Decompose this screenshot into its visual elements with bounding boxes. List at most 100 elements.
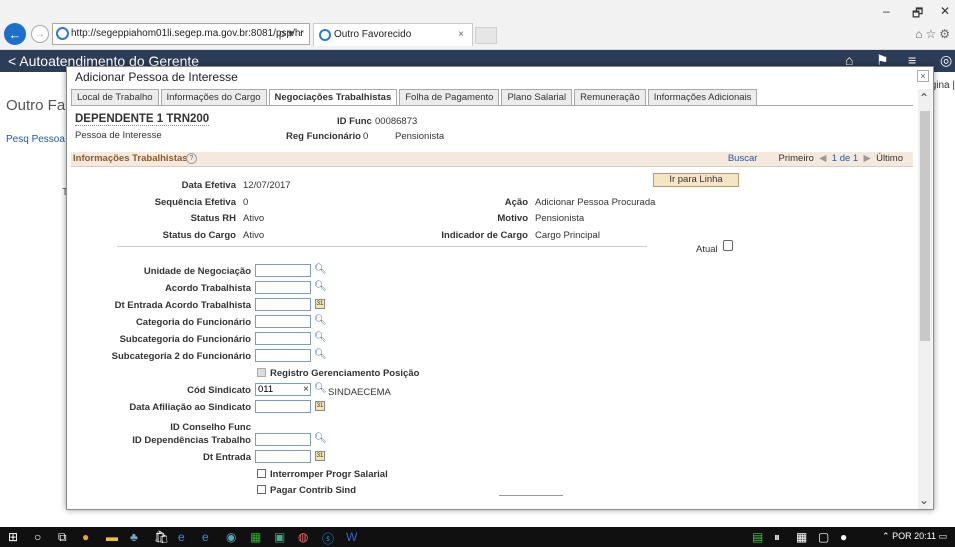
- tabs-row: Local de Trabalho Informações do Cargo N…: [71, 89, 759, 106]
- subcategoria-input[interactable]: [255, 332, 311, 345]
- interromper-checkbox[interactable]: [257, 469, 266, 478]
- tray-icon-2[interactable]: ⏸: [774, 530, 780, 545]
- edge-icon[interactable]: e: [202, 530, 209, 544]
- scroll-down-icon[interactable]: ⌄: [919, 493, 929, 507]
- cod-sindicato-search-icon[interactable]: 🔍︎: [314, 383, 327, 394]
- tab-folha[interactable]: Folha de Pagamento: [399, 89, 500, 106]
- dt-entrada-calendar-icon[interactable]: 31: [315, 451, 325, 461]
- close-window-button[interactable]: ✕: [940, 4, 950, 18]
- data-efetiva-value: 12/07/2017: [243, 180, 291, 191]
- dt-entrada-acordo-label: Dt Entrada Acordo Trabalhista: [114, 300, 251, 311]
- reg-func-extra: Pensionista: [395, 131, 445, 142]
- task-view-icon[interactable]: ⧉: [58, 530, 67, 545]
- browser-toolbar-icons[interactable]: ⌂☆⚙: [915, 27, 953, 41]
- tab-negociacoes[interactable]: Negociações Trabalhistas: [268, 89, 398, 106]
- tab-local-trabalho[interactable]: Local de Trabalho: [71, 89, 159, 106]
- id-func-label: ID Func: [337, 116, 372, 127]
- expand-tray-icon[interactable]: ⌃: [882, 531, 890, 541]
- acao-value: Adicionar Pessoa Procurada: [535, 197, 656, 208]
- tab-info-cargo[interactable]: Informações do Cargo: [160, 89, 267, 106]
- subcategoria-label: Subcategoria do Funcionário: [119, 334, 251, 345]
- acordo-label: Acordo Trabalhista: [164, 283, 251, 294]
- id-dependencias-input[interactable]: [255, 433, 311, 446]
- language-indicator[interactable]: POR: [892, 531, 912, 541]
- acordo-input[interactable]: [255, 281, 311, 294]
- compass-icon[interactable]: ◎: [940, 52, 952, 69]
- help-icon[interactable]: ?: [186, 153, 197, 164]
- word-icon[interactable]: W: [346, 530, 357, 544]
- back-arrow-icon[interactable]: ←: [4, 23, 26, 45]
- tray-icon-1[interactable]: ▤: [752, 530, 763, 544]
- chrome-icon-2[interactable]: ◍: [298, 530, 308, 544]
- scroll-up-icon[interactable]: ⌃: [919, 91, 929, 105]
- ie-taskbar-icon[interactable]: e: [178, 530, 185, 544]
- subcategoria2-input[interactable]: [255, 349, 311, 362]
- forward-arrow-icon[interactable]: →: [31, 25, 49, 43]
- modal-scrollbar[interactable]: ⌃ ⌄: [918, 89, 932, 509]
- new-tab-button[interactable]: [475, 27, 497, 44]
- interromper-label: Interromper Progr Salarial: [270, 469, 388, 480]
- app-icon-2[interactable]: ◉: [226, 530, 236, 544]
- ultimo-label[interactable]: Último: [876, 153, 903, 164]
- sindicato-name: SINDAECEMA: [328, 387, 391, 398]
- dt-entrada-input[interactable]: [255, 450, 311, 463]
- data-afiliacao-label: Data Afiliação ao Sindicato: [129, 402, 251, 413]
- address-controls[interactable]: ρ ▾ ♂: [279, 24, 305, 44]
- app-icon-3[interactable]: ▣: [274, 530, 285, 544]
- folder-icon[interactable]: ▬: [106, 530, 118, 544]
- app-icon-1[interactable]: ♣: [130, 530, 138, 544]
- id-conselho-label: ID Conselho Func: [170, 422, 251, 433]
- tab-close-icon[interactable]: ×: [458, 24, 464, 46]
- scroll-thumb[interactable]: [920, 111, 930, 341]
- windows-start-icon[interactable]: ⊞: [8, 530, 18, 544]
- modal-close-button[interactable]: ×: [917, 70, 929, 82]
- tab-info-adicionais[interactable]: Informações Adicionais: [647, 89, 758, 106]
- tray-icon-4[interactable]: ▢: [818, 530, 829, 544]
- indicador-value: Cargo Principal: [535, 230, 600, 241]
- primeiro-label[interactable]: Primeiro: [779, 153, 814, 164]
- subcategoria2-search-icon[interactable]: 🔍︎: [314, 349, 327, 360]
- tab-plano-salarial[interactable]: Plano Salarial: [501, 89, 573, 106]
- notifications-icon[interactable]: ▭: [938, 531, 947, 541]
- modal-title: Adicionar Pessoa de Interesse: [75, 70, 238, 84]
- id-dependencias-search-icon[interactable]: 🔍︎: [314, 433, 327, 444]
- clock-time[interactable]: 20:11: [914, 531, 936, 541]
- dt-entrada-acordo-calendar-icon[interactable]: 31: [315, 299, 325, 309]
- acordo-search-icon[interactable]: 🔍︎: [314, 281, 327, 292]
- person-type: Pessoa de Interesse: [75, 130, 162, 141]
- unidade-neg-input[interactable]: [255, 264, 311, 277]
- buscar-link[interactable]: Buscar: [728, 153, 758, 164]
- section-navigation: Buscar Primeiro ◀ 1 de 1 ▶ Último: [728, 153, 903, 164]
- tray-clock[interactable]: ⌃ POR 20:11 ▭: [882, 531, 947, 542]
- clear-icon[interactable]: ×: [303, 384, 309, 395]
- tab-remuneracao[interactable]: Remuneração: [574, 89, 646, 106]
- unidade-neg-search-icon[interactable]: 🔍︎: [314, 264, 327, 275]
- pagar-checkbox[interactable]: [257, 485, 266, 494]
- background-search-link[interactable]: Pesq Pessoa: [6, 134, 65, 145]
- data-afiliacao-input[interactable]: [255, 400, 311, 413]
- ir-para-linha-button[interactable]: Ir para Linha: [653, 173, 739, 187]
- prev-circle-icon[interactable]: ◀: [817, 153, 830, 164]
- browser-tab[interactable]: Outro Favorecido ×: [313, 23, 473, 46]
- skype-icon[interactable]: ⓢ: [322, 530, 334, 547]
- pagar-label: Pagar Contrib Sind: [270, 485, 357, 496]
- address-bar[interactable]: http://segeppiahom01li.segep.ma.gov.br:8…: [52, 23, 310, 45]
- next-circle-icon[interactable]: ▶: [861, 153, 874, 164]
- data-afiliacao-calendar-icon[interactable]: 31: [315, 401, 325, 411]
- minimize-button[interactable]: –: [883, 4, 890, 18]
- categoria-input[interactable]: [255, 315, 311, 328]
- section-title: Informações Trabalhistas: [73, 153, 188, 164]
- categoria-search-icon[interactable]: 🔍︎: [314, 315, 327, 326]
- subcategoria-search-icon[interactable]: 🔍︎: [314, 332, 327, 343]
- excel-icon[interactable]: ▦: [250, 530, 261, 544]
- acao-label: Ação: [504, 197, 528, 208]
- dt-entrada-acordo-input[interactable]: [255, 298, 311, 311]
- tray-icon-5[interactable]: ●: [840, 530, 847, 544]
- restore-button[interactable]: 🗗: [912, 4, 923, 25]
- search-circle-icon[interactable]: ○: [34, 530, 41, 544]
- chrome-icon[interactable]: ●: [82, 530, 89, 544]
- status-cargo-label: Status do Cargo: [162, 230, 236, 241]
- tray-icon-3[interactable]: ▦: [796, 530, 807, 544]
- store-icon[interactable]: 🛍︎: [154, 530, 169, 544]
- section-header: Informações Trabalhistas ? Buscar Primei…: [71, 152, 913, 167]
